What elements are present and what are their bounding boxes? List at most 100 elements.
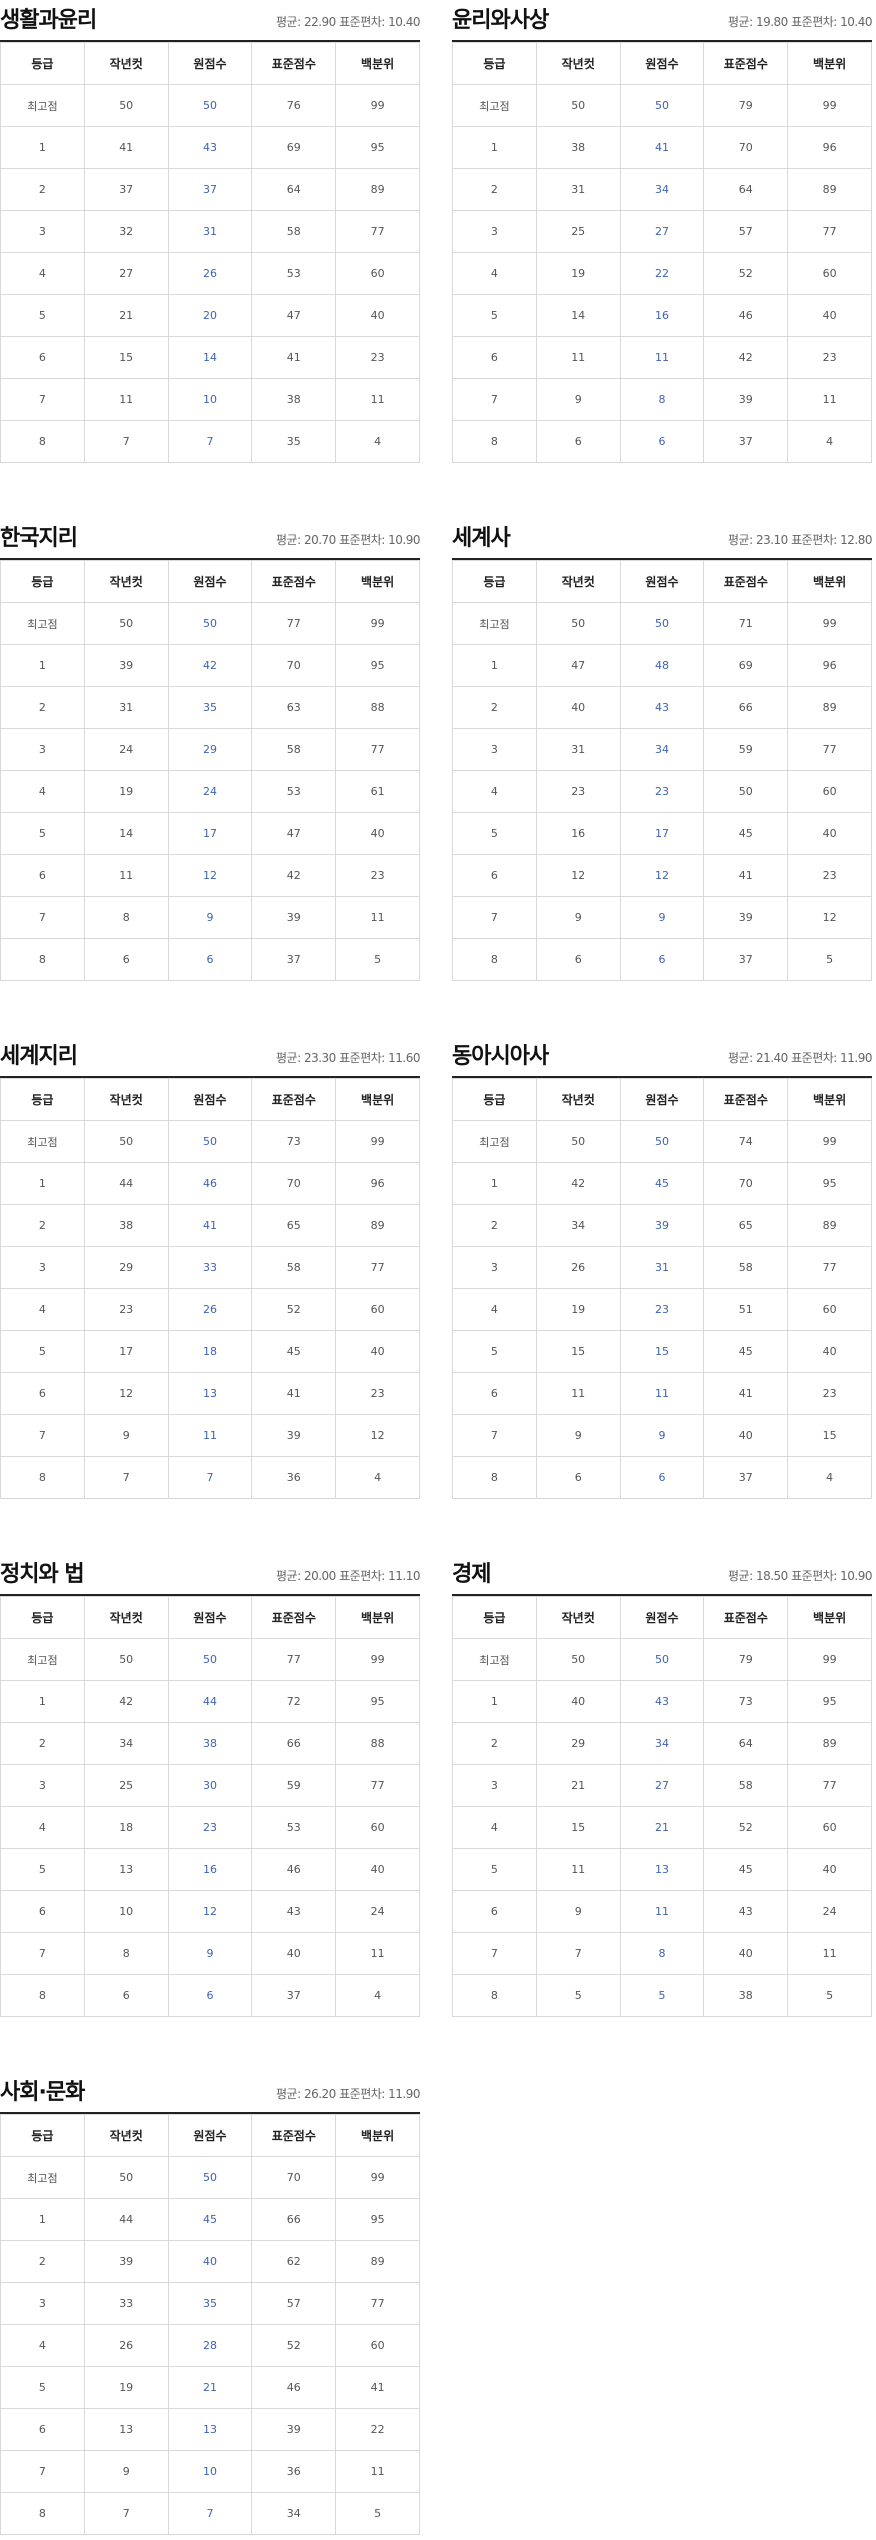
table-row: 8 6 6 37 4 [452, 420, 872, 463]
percentile-cell: 11 [787, 378, 872, 421]
last-year-cut-cell: 31 [535, 168, 621, 211]
grade-cell: 5 [0, 1330, 85, 1373]
grade-cell: 5 [0, 294, 85, 337]
standard-score-cell: 41 [703, 1372, 789, 1415]
percentile-cell: 4 [787, 1456, 872, 1499]
column-header: 원점수 [167, 560, 253, 603]
grade-cell: 3 [0, 728, 85, 771]
standard-score-cell: 64 [703, 1722, 789, 1765]
raw-score-cell: 22 [619, 252, 705, 295]
standard-score-cell: 40 [251, 1932, 337, 1975]
grade-cell: 3 [452, 1764, 537, 1807]
last-year-cut-cell: 21 [83, 294, 169, 337]
last-year-cut-cell: 39 [83, 644, 169, 687]
subject-panel: 생활과윤리 평균: 22.90 표준편차: 10.40 등급 작년컷 원점수 표준점수 백분… [0, 0, 420, 463]
standard-score-cell: 58 [251, 728, 337, 771]
percentile-cell: 95 [335, 126, 420, 169]
grade-cell: 5 [452, 812, 537, 855]
percentile-cell: 23 [335, 854, 420, 897]
percentile-cell: 77 [335, 1764, 420, 1807]
raw-score-cell: 7 [167, 420, 253, 463]
table-row: 1 42 45 70 95 [452, 1162, 872, 1205]
grade-cell: 5 [452, 294, 537, 337]
column-header: 표준점수 [251, 560, 337, 603]
last-year-cut-cell: 34 [535, 1204, 621, 1247]
percentile-cell: 23 [787, 854, 872, 897]
last-year-cut-cell: 14 [535, 294, 621, 337]
raw-score-cell: 29 [167, 728, 253, 771]
last-year-cut-cell: 9 [83, 2450, 169, 2493]
standard-score-cell: 42 [703, 336, 789, 379]
panel-header: 사회·문화 평균: 26.20 표준편차: 11.90 [0, 2072, 420, 2114]
column-header: 원점수 [619, 560, 705, 603]
standard-score-cell: 52 [251, 1288, 337, 1331]
percentile-cell: 23 [787, 336, 872, 379]
raw-score-cell: 50 [619, 84, 705, 127]
percentile-cell: 99 [787, 602, 872, 645]
last-year-cut-cell: 27 [83, 252, 169, 295]
table-row: 5 21 20 47 40 [0, 294, 420, 337]
last-year-cut-cell: 13 [83, 1848, 169, 1891]
raw-score-cell: 18 [167, 1330, 253, 1373]
raw-score-cell: 9 [167, 896, 253, 939]
column-header: 등급 [452, 560, 537, 603]
last-year-cut-cell: 15 [83, 336, 169, 379]
standard-score-cell: 72 [251, 1680, 337, 1723]
subject-panel: 윤리와사상 평균: 19.80 표준편차: 10.40 등급 작년컷 원점수 표준점수 백분… [452, 0, 872, 463]
standard-score-cell: 59 [251, 1764, 337, 1807]
raw-score-cell: 12 [619, 854, 705, 897]
table-row: 최고점 50 50 79 99 [452, 1638, 872, 1681]
grade-cell: 8 [452, 1974, 537, 2017]
table-row: 3 31 34 59 77 [452, 728, 872, 771]
last-year-cut-cell: 5 [535, 1974, 621, 2017]
raw-score-cell: 6 [619, 938, 705, 981]
grade-cell: 8 [452, 420, 537, 463]
table-row: 3 24 29 58 77 [0, 728, 420, 771]
grade-cell: 3 [452, 1246, 537, 1289]
percentile-cell: 96 [787, 126, 872, 169]
table-row: 5 16 17 45 40 [452, 812, 872, 855]
percentile-cell: 95 [335, 2198, 420, 2241]
raw-score-cell: 12 [167, 1890, 253, 1933]
table-row: 3 25 27 57 77 [452, 210, 872, 253]
grade-cell: 7 [452, 1932, 537, 1975]
standard-score-cell: 37 [251, 938, 337, 981]
percentile-cell: 99 [787, 1638, 872, 1681]
score-table: 등급 작년컷 원점수 표준점수 백분위 최고점 50 50 79 99 1 40 43 73 95 2 29 34… [452, 1596, 872, 2017]
standard-score-cell: 79 [703, 84, 789, 127]
raw-score-cell: 48 [619, 644, 705, 687]
raw-score-cell: 16 [167, 1848, 253, 1891]
raw-score-cell: 20 [167, 294, 253, 337]
column-header: 작년컷 [535, 42, 621, 85]
column-header: 원점수 [619, 1078, 705, 1121]
standard-score-cell: 58 [703, 1246, 789, 1289]
grade-cell: 2 [452, 1204, 537, 1247]
percentile-cell: 4 [335, 1456, 420, 1499]
panel-header: 세계지리 평균: 23.30 표준편차: 11.60 [0, 1036, 420, 1078]
last-year-cut-cell: 17 [83, 1330, 169, 1373]
table-row: 최고점 50 50 74 99 [452, 1120, 872, 1163]
table-header-row: 등급 작년컷 원점수 표준점수 백분위 [452, 1596, 872, 1639]
raw-score-cell: 34 [619, 728, 705, 771]
percentile-cell: 24 [335, 1890, 420, 1933]
table-row: 4 15 21 52 60 [452, 1806, 872, 1849]
percentile-cell: 11 [335, 2450, 420, 2493]
grade-cell: 1 [0, 1162, 85, 1205]
panel-header: 동아시아사 평균: 21.40 표준편차: 11.90 [452, 1036, 872, 1078]
raw-score-cell: 40 [167, 2240, 253, 2283]
table-row: 5 13 16 46 40 [0, 1848, 420, 1891]
subject-title: 경제 [452, 1562, 491, 1587]
table-row: 7 8 9 39 11 [0, 896, 420, 939]
standard-score-cell: 42 [251, 854, 337, 897]
panel-header: 생활과윤리 평균: 22.90 표준편차: 10.40 [0, 0, 420, 42]
percentile-cell: 60 [787, 252, 872, 295]
grade-cell: 4 [0, 770, 85, 813]
table-row: 7 9 9 40 15 [452, 1414, 872, 1457]
last-year-cut-cell: 11 [535, 1372, 621, 1415]
column-header: 작년컷 [535, 1596, 621, 1639]
table-row: 3 26 31 58 77 [452, 1246, 872, 1289]
last-year-cut-cell: 12 [83, 1372, 169, 1415]
column-header: 작년컷 [535, 1078, 621, 1121]
subject-stats: 평균: 19.80 표준편차: 10.40 [728, 15, 872, 29]
standard-score-cell: 39 [251, 896, 337, 939]
